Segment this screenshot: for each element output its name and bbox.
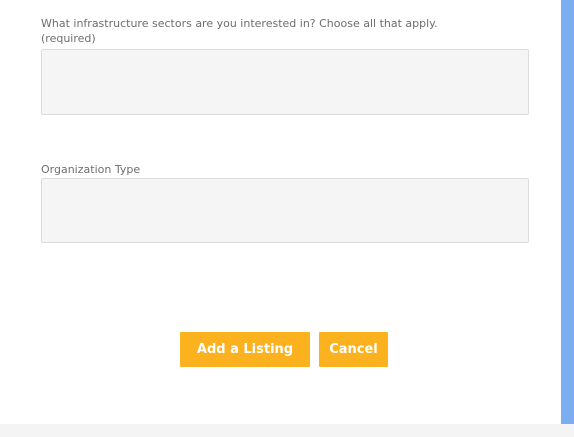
organization-type-label: Organization Type [41, 163, 141, 176]
page-background-strip [0, 424, 574, 437]
required-indicator: (required) [41, 32, 96, 45]
scrollbar-track[interactable] [561, 0, 574, 424]
sectors-question-label: What infrastructure sectors are you inte… [41, 16, 541, 46]
add-listing-button[interactable]: Add a Listing [180, 332, 310, 367]
cancel-button[interactable]: Cancel [319, 332, 388, 367]
listing-form: What infrastructure sectors are you inte… [8, 0, 561, 424]
sectors-textarea[interactable] [41, 49, 529, 115]
sectors-question-text: What infrastructure sectors are you inte… [41, 17, 438, 30]
organization-type-textarea[interactable] [41, 178, 529, 243]
